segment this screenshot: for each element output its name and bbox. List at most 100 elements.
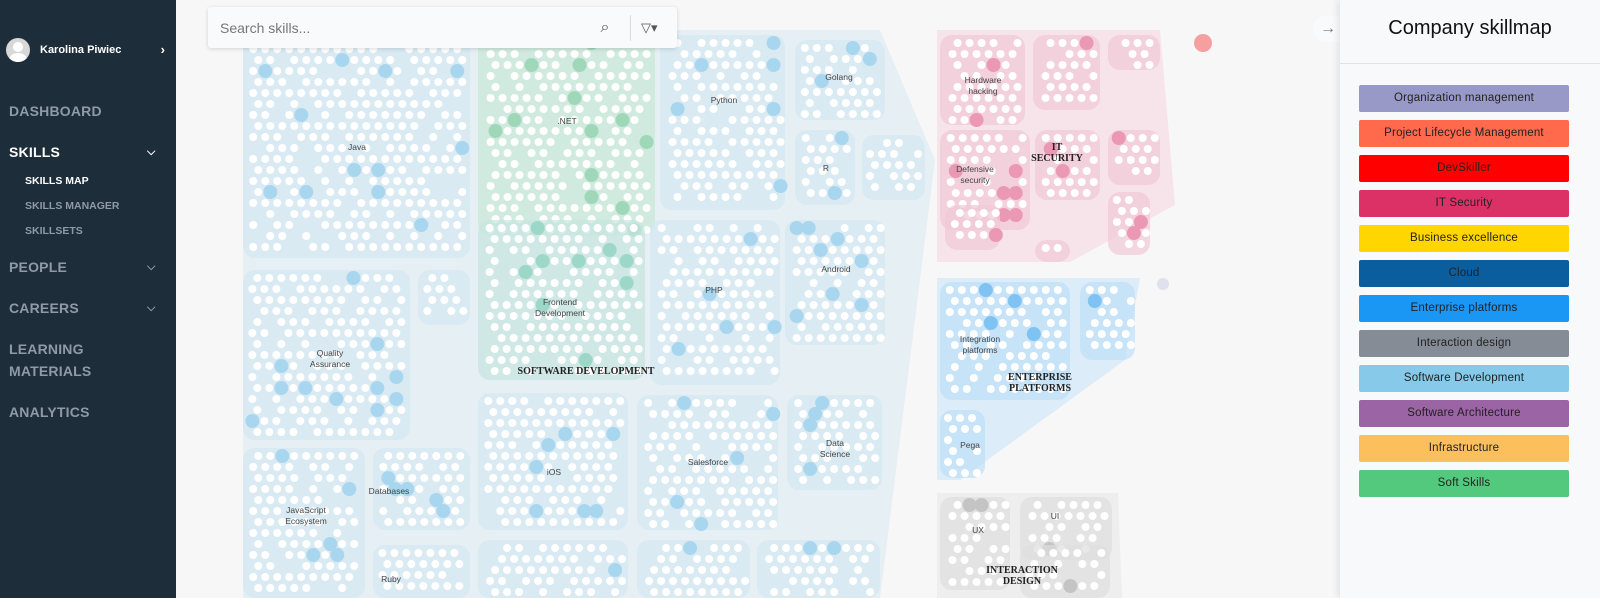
skill-node[interactable] <box>989 545 998 553</box>
skill-node[interactable] <box>806 566 815 574</box>
skill-node[interactable] <box>265 384 274 392</box>
skill-node[interactable] <box>515 566 524 574</box>
skill-node[interactable] <box>417 111 426 119</box>
skill-node[interactable] <box>486 204 495 212</box>
skill-node[interactable] <box>1097 330 1106 338</box>
skill-node[interactable] <box>285 485 294 493</box>
skill-node[interactable] <box>386 56 395 64</box>
skill-node[interactable] <box>836 88 845 96</box>
skill-node[interactable] <box>509 312 518 320</box>
skill-node[interactable] <box>809 301 818 309</box>
skill-node[interactable] <box>496 397 505 405</box>
skill-node[interactable] <box>809 279 818 287</box>
skill-node[interactable] <box>1089 178 1098 186</box>
skill-node[interactable] <box>741 246 750 254</box>
skill-node[interactable] <box>539 83 548 91</box>
skill-node[interactable] <box>799 432 808 440</box>
skill-node[interactable] <box>982 156 991 164</box>
skill-node[interactable] <box>289 296 298 304</box>
skill-node[interactable] <box>513 474 522 482</box>
skill-node[interactable] <box>410 56 419 64</box>
skill-node[interactable] <box>573 474 582 482</box>
skill-node[interactable] <box>782 566 791 574</box>
skill-node[interactable] <box>734 345 743 353</box>
skill-node[interactable] <box>599 544 608 552</box>
skill-node[interactable] <box>757 61 766 69</box>
skill-node[interactable] <box>977 61 986 69</box>
skill-node[interactable] <box>440 296 449 304</box>
skill-group[interactable] <box>1033 35 1100 110</box>
skill-node[interactable] <box>617 334 626 342</box>
skill-node[interactable] <box>558 160 567 168</box>
skill-node[interactable] <box>325 296 334 304</box>
skill-node[interactable] <box>524 58 539 72</box>
skill-node[interactable] <box>984 512 993 520</box>
skill-node[interactable] <box>496 485 505 493</box>
skill-node[interactable] <box>705 268 714 276</box>
skill-node[interactable] <box>302 540 311 548</box>
skill-node[interactable] <box>496 441 505 449</box>
skill-node[interactable] <box>630 116 639 124</box>
skill-node[interactable] <box>1077 134 1086 142</box>
skill-node[interactable] <box>534 577 543 585</box>
skill-node[interactable] <box>253 296 262 304</box>
skill-cluster[interactable] <box>940 497 1010 590</box>
skill-node[interactable] <box>513 518 522 526</box>
skill-node[interactable] <box>1131 167 1140 175</box>
skill-node[interactable] <box>752 50 761 58</box>
skill-node[interactable] <box>805 99 814 107</box>
skill-node[interactable] <box>757 410 766 418</box>
skill-node[interactable] <box>984 50 993 58</box>
skill-node[interactable] <box>453 89 462 97</box>
skill-node[interactable] <box>384 452 393 460</box>
skill-node[interactable] <box>693 577 702 585</box>
skill-node[interactable] <box>301 274 310 282</box>
skill-node[interactable] <box>402 571 411 579</box>
skill-node[interactable] <box>1117 229 1126 237</box>
skill-node[interactable] <box>862 52 877 66</box>
skill-node[interactable] <box>610 279 619 287</box>
skill-node[interactable] <box>619 276 634 290</box>
skill-node[interactable] <box>514 279 523 287</box>
skill-node[interactable] <box>1070 145 1079 153</box>
skill-node[interactable] <box>338 122 347 130</box>
skill-node[interactable] <box>272 307 281 315</box>
skill-node[interactable] <box>794 544 803 552</box>
skill-node[interactable] <box>833 323 842 331</box>
skill-node[interactable] <box>582 138 591 146</box>
skill-node[interactable] <box>498 94 507 102</box>
skill-node[interactable] <box>1065 94 1074 102</box>
skill-node[interactable] <box>248 329 257 337</box>
skill-node[interactable] <box>661 498 670 506</box>
skill-node[interactable] <box>890 172 898 180</box>
skill-node[interactable] <box>1065 72 1074 80</box>
skill-node[interactable] <box>458 78 467 86</box>
skill-node[interactable] <box>489 452 498 460</box>
skill-node[interactable] <box>686 323 695 331</box>
skill-node[interactable] <box>345 243 354 251</box>
skill-node[interactable] <box>379 463 388 471</box>
skill-node[interactable] <box>249 133 258 141</box>
skill-node[interactable] <box>535 254 550 268</box>
skill-node[interactable] <box>332 329 341 337</box>
skill-node[interactable] <box>441 221 450 229</box>
skill-node[interactable] <box>537 518 546 526</box>
skill-node[interactable] <box>386 188 395 196</box>
skill-node[interactable] <box>574 235 583 243</box>
skill-node[interactable] <box>586 323 595 331</box>
skill-node[interactable] <box>585 452 594 460</box>
skill-node[interactable] <box>587 61 596 69</box>
skill-node[interactable] <box>794 443 803 451</box>
skill-node[interactable] <box>326 122 335 130</box>
skill-node[interactable] <box>801 221 816 235</box>
skill-node[interactable] <box>575 149 584 157</box>
skill-node[interactable] <box>662 588 671 596</box>
skill-node[interactable] <box>417 243 426 251</box>
skill-node[interactable] <box>371 163 386 177</box>
skill-node[interactable] <box>693 268 702 276</box>
skill-node[interactable] <box>1058 341 1067 349</box>
skill-node[interactable] <box>953 61 962 69</box>
skill-node[interactable] <box>979 209 988 217</box>
skill-node[interactable] <box>586 301 595 309</box>
skill-node[interactable] <box>1026 327 1041 341</box>
